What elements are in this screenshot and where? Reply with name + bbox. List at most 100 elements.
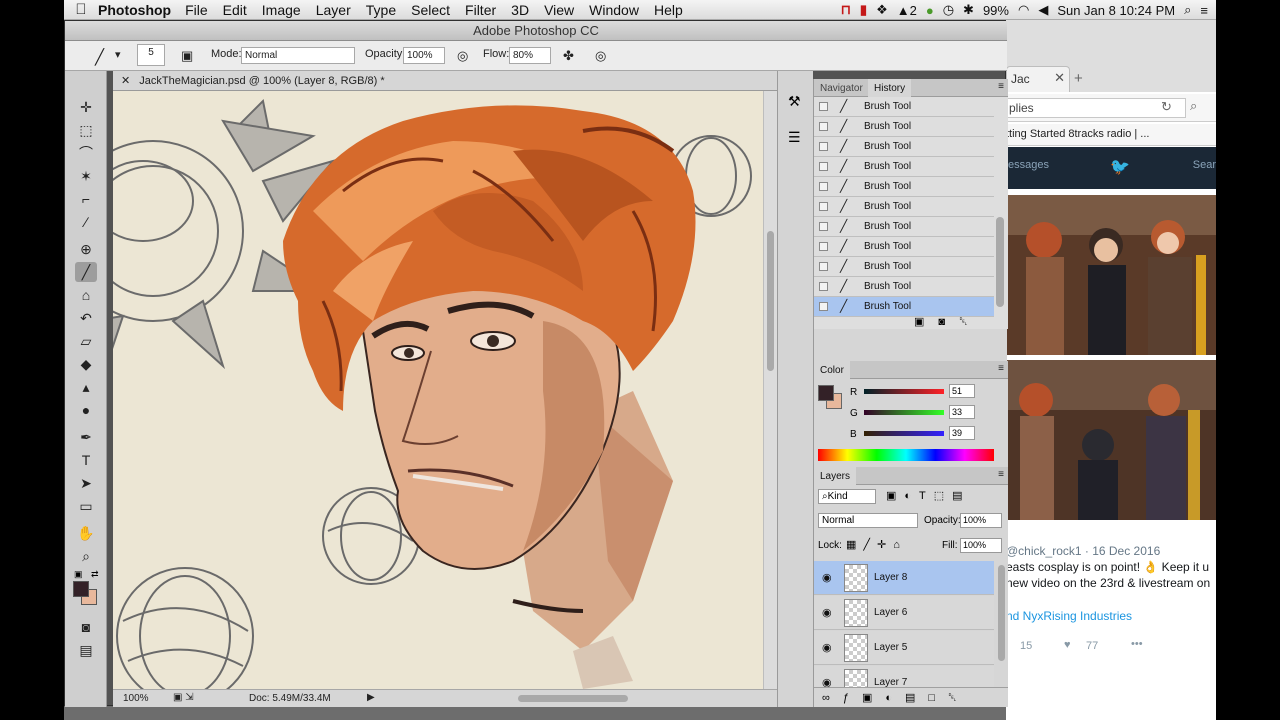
history-snapshot-box[interactable] — [819, 142, 828, 151]
menu-view[interactable]: View — [544, 2, 574, 18]
layer-opacity-field[interactable]: 100% — [960, 513, 1002, 528]
menu-help[interactable]: Help — [654, 2, 683, 18]
opacity-field[interactable]: 100% — [403, 47, 445, 64]
panel-menu-icon[interactable]: ≡ — [998, 469, 1004, 480]
move-tool-icon[interactable]: ✛ — [75, 97, 97, 117]
blur-tool-icon[interactable]: ▴ — [75, 377, 97, 397]
history-item[interactable]: ╱ Brush Tool — [814, 257, 994, 277]
tweet[interactable]: @chick_rock1 · 16 Dec 2016 easts cosplay… — [1006, 540, 1216, 720]
tweet-handle[interactable]: @chick_rock1 · 16 Dec 2016 — [1006, 544, 1160, 558]
quick-mask-icon[interactable]: ◙ — [75, 617, 97, 637]
brush-size-field[interactable]: 5 — [137, 44, 165, 66]
visibility-eye-icon[interactable]: ◉ — [822, 571, 832, 584]
healing-brush-tool-icon[interactable]: ⊕ — [75, 239, 97, 259]
clock[interactable]: Sun Jan 8 10:24 PM — [1057, 3, 1175, 18]
time-machine-icon[interactable]: ◷ — [943, 2, 954, 18]
twitter-messages-link[interactable]: essages — [1008, 159, 1049, 171]
vertical-scroll-thumb[interactable] — [767, 231, 774, 371]
path-selection-tool-icon[interactable]: ➤ — [75, 473, 97, 493]
panel-menu-icon[interactable]: ≡ — [998, 363, 1004, 374]
menu-select[interactable]: Select — [411, 2, 450, 18]
crop-tool-icon[interactable]: ⌐ — [75, 189, 97, 209]
battery-app-icon[interactable]: ▮ — [860, 2, 867, 18]
reply-count[interactable]: 15 — [1020, 640, 1032, 652]
tool-presets-icon[interactable]: ⚒ — [788, 93, 801, 110]
tab-history[interactable]: History — [868, 79, 912, 97]
history-brush-tool-icon[interactable]: ↶ — [75, 308, 97, 328]
new-tab-icon[interactable]: + — [1074, 70, 1083, 87]
red-slider[interactable] — [864, 389, 944, 394]
bookmarks-bar[interactable]: tting Started 8tracks radio | ... — [1006, 124, 1216, 146]
tweet-photo-2[interactable] — [1006, 360, 1216, 520]
type-tool-icon[interactable]: T — [75, 450, 97, 470]
menu-edit[interactable]: Edit — [223, 2, 247, 18]
wifi-icon[interactable]: ◠ — [1018, 2, 1029, 18]
layers-footer-icons[interactable]: ∞ƒ▣◐▤□␡ — [814, 687, 1008, 707]
twitter-bird-icon[interactable]: 🐦 — [1110, 157, 1130, 177]
history-item[interactable]: ╱ Brush Tool — [814, 237, 994, 257]
tweet-photo-1[interactable] — [1006, 195, 1216, 355]
reload-icon[interactable]: ↻ — [1161, 99, 1172, 115]
color-fg-swatch[interactable] — [818, 385, 834, 401]
lock-icons[interactable]: ▦╱✛⌂ — [846, 538, 907, 551]
close-tab-icon[interactable]: ✕ — [1054, 70, 1065, 86]
status-icons[interactable]: ▣ ⇲ — [173, 692, 194, 703]
history-item[interactable]: ╱ Brush Tool — [814, 117, 994, 137]
swap-colors-icon[interactable]: ⇄ — [91, 569, 99, 580]
twitter-search-link[interactable]: Sear — [1193, 159, 1216, 171]
history-snapshot-box[interactable] — [819, 182, 828, 191]
history-snapshot-box[interactable] — [819, 302, 828, 311]
panel-menu-icon[interactable]: ≡ — [998, 81, 1004, 92]
layer-row[interactable]: ◉ Layer 8 — [814, 561, 994, 595]
app-name-menu[interactable]: Photoshop — [98, 2, 171, 18]
history-item[interactable]: ╱ Brush Tool — [814, 277, 994, 297]
menu-image[interactable]: Image — [262, 2, 301, 18]
tab-color[interactable]: Color — [814, 361, 850, 379]
like-count[interactable]: 77 — [1086, 640, 1098, 652]
history-snapshot-box[interactable] — [819, 202, 828, 211]
brush-tool-icon[interactable]: ╱ — [75, 262, 97, 282]
color-spectrum-ramp[interactable] — [818, 449, 994, 461]
layer-row[interactable]: ◉ Layer 5 — [814, 631, 994, 665]
history-footer-icons[interactable]: ▣◙␡ — [914, 315, 982, 329]
quick-select-tool-icon[interactable]: ✶ — [75, 166, 97, 186]
green-value[interactable]: 33 — [949, 405, 975, 419]
layer-filter-icons[interactable]: ▣◐T⬚▤ — [886, 489, 971, 502]
layer-row[interactable]: ◉ Layer 6 — [814, 596, 994, 630]
canvas-vertical-scrollbar[interactable] — [763, 91, 777, 689]
flow-field[interactable]: 80% — [509, 47, 551, 64]
history-scroll-thumb[interactable] — [996, 217, 1004, 307]
history-snapshot-box[interactable] — [819, 222, 828, 231]
history-item[interactable]: ╱ Brush Tool — [814, 97, 994, 117]
brush-preset-icon[interactable]: ╱ — [95, 48, 104, 66]
blue-slider[interactable] — [864, 431, 944, 436]
zoom-level[interactable]: 100% — [123, 693, 149, 704]
blend-mode-select[interactable]: Normal — [818, 513, 918, 528]
history-item[interactable]: ╱ Brush Tool — [814, 137, 994, 157]
menu-3d[interactable]: 3D — [511, 2, 529, 18]
layer-kind-filter[interactable]: ⌕Kind — [818, 489, 876, 504]
brush-panel-icon[interactable]: ▣ — [181, 48, 193, 64]
history-snapshot-box[interactable] — [819, 282, 828, 291]
visibility-eye-icon[interactable]: ◉ — [822, 606, 832, 619]
tweet-mention-link[interactable]: nd NyxRising Industries — [1006, 609, 1132, 623]
layer-row[interactable]: ◉ Layer 7 — [814, 666, 994, 687]
history-item[interactable]: ╱ Brush Tool — [814, 197, 994, 217]
close-document-icon[interactable]: ✕ — [121, 75, 130, 87]
status-menu-arrow-icon[interactable]: ▶ — [367, 692, 375, 703]
browser-tab[interactable]: Jac ✕ — [1006, 66, 1070, 92]
airbrush-icon[interactable]: ✤ — [563, 48, 574, 64]
menu-filter[interactable]: Filter — [465, 2, 496, 18]
rectangle-tool-icon[interactable]: ▭ — [75, 496, 97, 516]
menu-file[interactable]: File — [185, 2, 208, 18]
history-snapshot-box[interactable] — [819, 262, 828, 271]
document-canvas[interactable] — [113, 91, 763, 689]
green-slider[interactable] — [864, 410, 944, 415]
layers-scroll-thumb[interactable] — [998, 565, 1005, 661]
history-item[interactable]: ╱ Brush Tool — [814, 157, 994, 177]
paint-bucket-tool-icon[interactable]: ◆ — [75, 354, 97, 374]
fill-field[interactable]: 100% — [960, 538, 1002, 553]
history-item[interactable]: ╱ Brush Tool — [814, 177, 994, 197]
adobe-cc-icon[interactable]: ▲2 — [897, 3, 917, 18]
marquee-tool-icon[interactable]: ⬚ — [75, 120, 97, 140]
